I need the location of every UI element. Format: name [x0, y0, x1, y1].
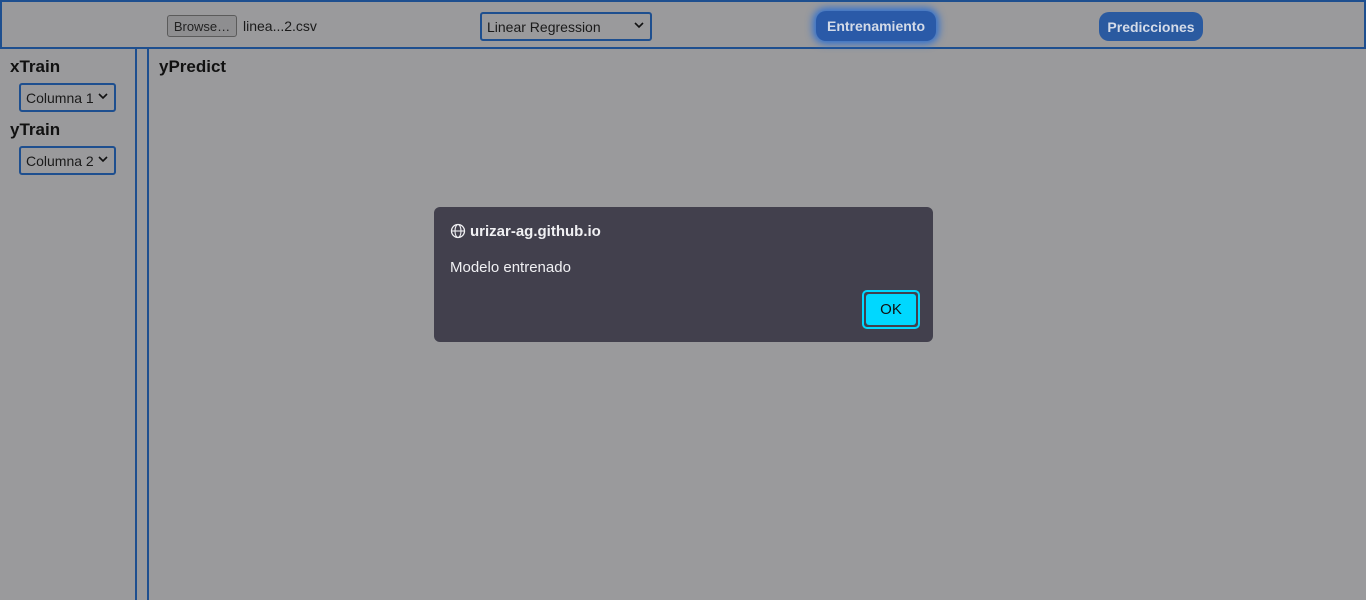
xtrain-select-value: Columna 1	[26, 89, 94, 106]
model-select[interactable]: Linear Regression	[480, 12, 652, 41]
chevron-down-icon	[634, 20, 644, 33]
sidebar: xTrain Columna 1 yTrain Columna 2	[0, 49, 137, 600]
chevron-down-icon	[98, 154, 108, 167]
ok-button[interactable]: OK	[862, 290, 920, 329]
predict-button[interactable]: Predicciones	[1099, 12, 1203, 41]
alert-dialog: urizar-ag.github.io Modelo entrenado	[434, 207, 933, 342]
globe-icon	[450, 223, 466, 239]
model-select-value: Linear Regression	[487, 18, 601, 35]
xtrain-label: xTrain	[10, 57, 61, 76]
ypredict-label: yPredict	[159, 57, 227, 76]
ytrain-select-value: Columna 2	[26, 152, 94, 169]
ytrain-label: yTrain	[10, 120, 61, 139]
file-name: linea...2.csv	[243, 18, 317, 34]
toolbar: Browse… linea...2.csv Linear Regression …	[0, 0, 1366, 49]
xtrain-select[interactable]: Columna 1	[19, 83, 116, 112]
dialog-origin: urizar-ag.github.io	[470, 223, 601, 240]
ok-button-label: OK	[866, 294, 916, 325]
chevron-down-icon	[98, 91, 108, 104]
browse-button[interactable]: Browse…	[167, 15, 237, 37]
ytrain-select[interactable]: Columna 2	[19, 146, 116, 175]
train-button[interactable]: Entrenamiento	[816, 11, 936, 41]
dialog-message: Modelo entrenado	[450, 259, 571, 276]
